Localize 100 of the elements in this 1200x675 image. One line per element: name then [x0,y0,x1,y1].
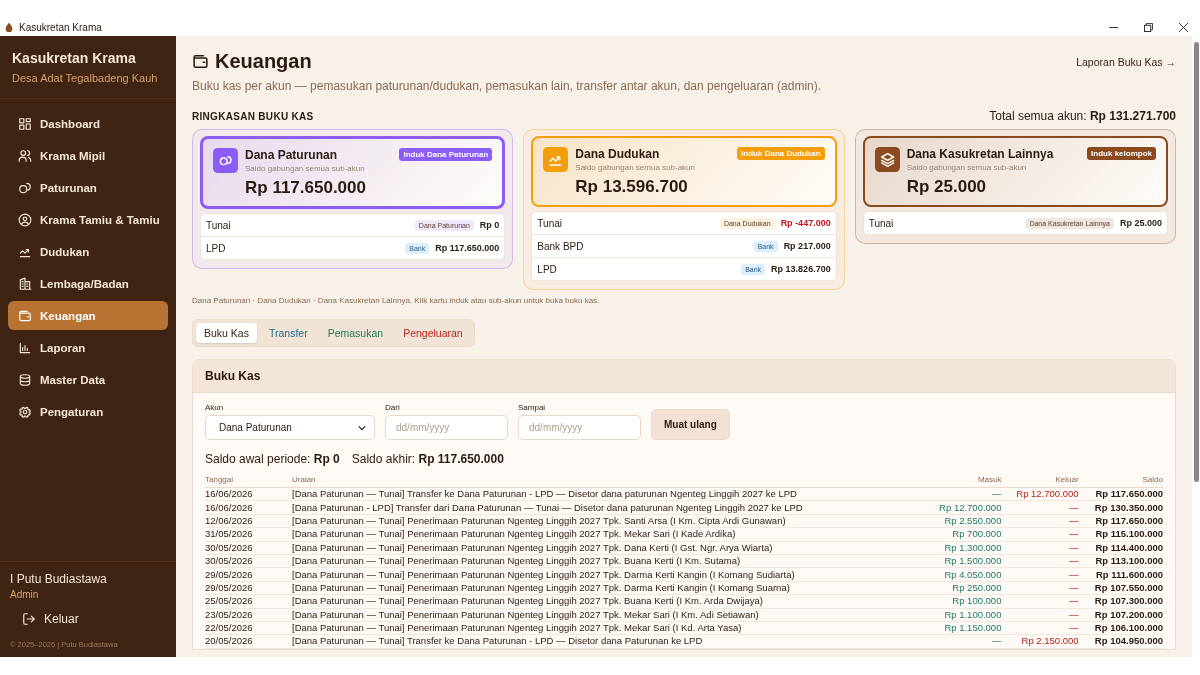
table-cell: Rp 700.000 [924,527,1002,542]
table-cell: Rp 115.100.000 [1078,527,1163,542]
user-name: I Putu Budiastawa [10,572,108,586]
sidebar-item[interactable]: Krama Mipil [8,141,168,170]
fund-name: Dana Paturunan [245,148,338,162]
table-cell: Rp 107.550.000 [1078,581,1163,595]
column-header: Masuk [924,473,1002,488]
sidebar-item[interactable]: Krama Tamiu & Tamiu [8,205,168,234]
total-text: Total semua akun: Rp 131.271.700 [989,109,1176,123]
sidebar-item[interactable]: Pengaturan [8,397,168,426]
table-cell: Rp 117.650.000 [1078,487,1163,501]
sub-account-name: Tunai [868,217,894,229]
fund-caption: Saldo gabungan semua sub-akun [906,163,1028,172]
wallet-icon [192,53,209,70]
table-cell: [Dana Paturunan — Tunai] Transfer ke Dana Paturunan - LPD — Disetor dana paturunan Ngenteg Linggih 2027 ke LPD [292,487,925,501]
field-label: Sampai [518,403,547,412]
tab[interactable]: Buku Kas [196,323,257,343]
table-cell: Rp 1.100.000 [924,608,1002,622]
nav-icon [18,180,32,195]
reload-button[interactable]: Muat ulang [651,409,730,440]
nav-icon [18,276,32,291]
sidebar-item[interactable]: Master Data [8,365,168,394]
table-cell: [Dana Paturunan — Tunai] Penerimaan Paturunan Ngenteg Linggih 2027 Tpk. Darma Kerti Kangin (I Komang Sudiarta) [292,567,925,582]
app-logo-icon [4,22,14,32]
table-cell: Rp 104.950.000 [1078,634,1163,649]
sub-account-name: LPD [206,242,226,254]
nav-icon [18,116,32,131]
column-header: Uraian [292,473,925,488]
tab[interactable]: Pengeluaran [395,323,471,343]
nav-icon [18,308,32,323]
sidebar-item[interactable]: Dudukan [8,237,168,266]
table-cell: [Dana Paturunan — Tunai] Penerimaan Paturunan Ngenteg Linggih 2027 Tpk. Mekar Sari (I Km. Adi Setiawan) [292,608,925,622]
sub-account-name: Bank BPD [537,240,584,252]
user-role: Admin [10,589,40,600]
table-cell: — [1001,500,1079,515]
table-cell: Rp 106.100.000 [1078,621,1163,635]
fund-icon [213,148,238,173]
sidebar-item[interactable]: Paturunan [8,173,168,202]
column-header: Saldo [1078,473,1163,488]
fund-amount: Rp 25.000 [906,177,988,197]
parent-account-card[interactable]: Dana Paturunan Saldo gabungan semua sub-akun Rp 117.650.000 Induk Dana Paturunan [200,136,506,209]
table-cell: — [1001,621,1079,635]
sub-account-amount: Rp -447.000 [780,218,831,228]
maximize-icon[interactable] [1144,22,1153,32]
table-cell: Rp 2.150.000 [1001,634,1079,649]
date-field[interactable]: dd/mm/yyyy [385,415,508,440]
table-cell: Rp 2.550.000 [924,514,1002,528]
parent-badge: Induk kelompok [1087,147,1156,160]
table-cell: — [1001,514,1079,528]
tab[interactable]: Transfer [260,323,316,343]
opening-balance: Saldo awal periode: Rp 0 [205,452,340,466]
summary-note: Dana Paturunan · Dana Dudukan · Dana Kasukretan Lainnya. Klik kartu induk atau sub-akun untuk buka buku kas. [192,296,601,305]
parent-account-card[interactable]: Dana Dudukan Saldo gabungan semua sub-akun Rp 13.596.700 Induk Dana Dudukan [531,136,837,207]
account-select[interactable]: Dana Paturunan [205,415,375,440]
table-cell: [Dana Paturunan — Tunai] Penerimaan Paturunan Ngenteg Linggih 2027 Tpk. Dana Kerti (I Gst. Ngr. Arya Wiarta) [292,541,925,555]
parent-account-card[interactable]: Dana Kasukretan Lainnya Saldo gabungan semua sub-akun Rp 25.000 Induk kelompok [862,136,1168,207]
report-link[interactable]: Laporan Buku Kas → [1076,55,1176,68]
tab[interactable]: Pemasukan [319,323,392,343]
nav-icon [18,212,32,227]
table-cell: 29/05/2026 [205,567,292,582]
fund-name: Dana Dudukan [575,147,661,161]
sub-account-amount: Rp 0 [479,220,500,230]
fund-icon [543,147,569,172]
sub-account-amount: Rp 117.650.000 [435,243,500,253]
sidebar-item[interactable]: Dashboard [8,109,168,138]
table-cell: 29/05/2026 [205,581,292,595]
scrollbar-thumb[interactable] [1193,42,1199,482]
table-cell: — [1001,554,1079,568]
table-cell: Rp 1.500.000 [924,554,1002,568]
table-cell: 30/05/2026 [205,554,292,568]
app-subtitle: Desa Adat Tegalbadeng Kauh [12,72,159,84]
table-cell: [Dana Paturunan — Tunai] Penerimaan Paturunan Ngenteg Linggih 2027 Tpk. Buana Kerti (I Km. Arda Dwijaya) [292,594,925,608]
parent-badge: Induk Dana Paturunan [399,148,493,161]
close-icon[interactable] [1179,22,1188,32]
table-cell: [Dana Paturunan — Tunai] Penerimaan Paturunan Ngenteg Linggih 2027 Tpk. Buana Kerti (I Km. Sutama) [292,554,925,568]
table-cell: — [1001,527,1079,542]
fund-amount: Rp 117.650.000 [245,178,366,198]
nav-icon [18,340,32,355]
table-cell: Rp 4.050.000 [924,567,1002,582]
sidebar-item[interactable]: Lembaga/Badan [8,269,168,298]
table-cell: 23/05/2026 [205,608,292,622]
table-cell: [Dana Paturunan — Tunai] Penerimaan Paturunan Ngenteg Linggih 2027 Tpk. Mekar Sari (I Kd. Arta Yasa) [292,621,925,635]
closing-balance: Saldo akhir: Rp 117.650.000 [351,452,504,466]
table-cell: — [924,487,1002,501]
table-cell: Rp 1.300.000 [924,541,1002,555]
table-cell: Rp 113.100.000 [1078,554,1163,568]
table-cell: — [1001,594,1079,608]
table-cell: 31/05/2026 [205,527,292,542]
nav-icon [18,148,32,163]
logout-button[interactable]: Keluar [10,600,166,640]
nav-icon [18,372,32,387]
sidebar-item[interactable]: Laporan [8,333,168,362]
table-cell: Rp 107.200.000 [1078,608,1163,622]
table-cell: 12/06/2026 [205,514,292,528]
table-cell: 16/06/2026 [205,500,292,515]
date-field[interactable]: dd/mm/yyyy [518,415,641,440]
table-cell: [Dana Paturunan — Tunai] Transfer ke Dana Paturunan - LPD — Disetor dana Paturunan ke LPD [292,634,925,649]
fund-amount: Rp 13.596.700 [575,177,689,197]
window-title: Kasukretan Krama [19,21,102,33]
sidebar-item[interactable]: Keuangan [8,301,168,330]
